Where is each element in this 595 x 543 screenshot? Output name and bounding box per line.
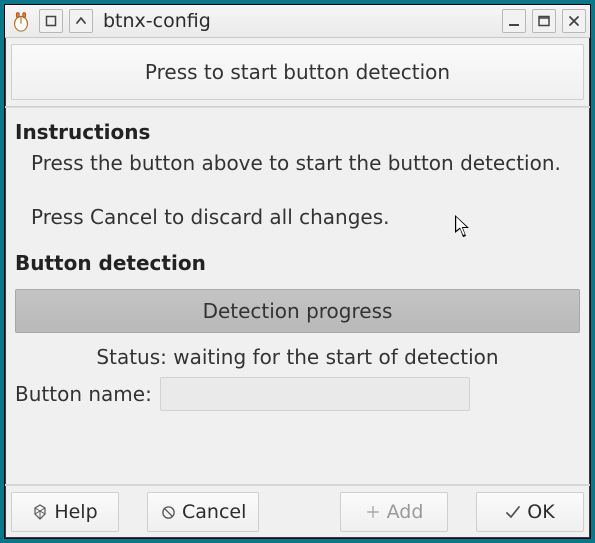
titlebar: btnx-config [5, 5, 590, 38]
add-label: Add [387, 501, 424, 523]
progress-wrap: Detection progress [15, 289, 580, 333]
instructions-text: Press the button above to start the butt… [15, 150, 580, 231]
progress-label: Detection progress [203, 299, 393, 323]
close-button[interactable] [562, 9, 586, 33]
button-name-row: Button name: [5, 375, 590, 423]
app-window: btnx-config Press to start button detect… [4, 4, 591, 539]
detection-progress-bar: Detection progress [15, 289, 580, 333]
help-label: Help [54, 501, 97, 523]
button-name-input[interactable] [160, 377, 470, 411]
add-button: Add [340, 492, 448, 532]
ok-button[interactable]: OK [476, 492, 584, 532]
detection-section: Button detection [5, 235, 590, 285]
status-text: Status: waiting for the start of detecti… [5, 333, 590, 375]
ok-label: OK [527, 501, 554, 523]
instructions-heading: Instructions [15, 120, 580, 144]
plus-icon [365, 504, 381, 520]
action-bar: Help Cancel Add OK [5, 484, 590, 538]
titlebar-sticky-button[interactable] [39, 9, 63, 33]
minimize-button[interactable] [502, 9, 526, 33]
detection-heading: Button detection [15, 251, 580, 275]
content-area: Press to start button detection Instruct… [5, 38, 590, 538]
cancel-label: Cancel [182, 501, 246, 523]
app-icon [9, 9, 33, 33]
cancel-icon [160, 504, 176, 520]
window-title: btnx-config [103, 10, 211, 32]
instructions-section: Instructions Press the button above to s… [5, 108, 590, 235]
titlebar-shade-button[interactable] [69, 9, 93, 33]
start-detection-label: Press to start button detection [145, 60, 450, 84]
start-detection-button[interactable]: Press to start button detection [11, 44, 584, 100]
check-icon [505, 504, 521, 520]
cancel-button[interactable]: Cancel [147, 492, 259, 532]
button-name-label: Button name: [15, 382, 152, 406]
help-button[interactable]: Help [11, 492, 119, 532]
maximize-button[interactable] [532, 9, 556, 33]
help-icon [32, 504, 48, 520]
